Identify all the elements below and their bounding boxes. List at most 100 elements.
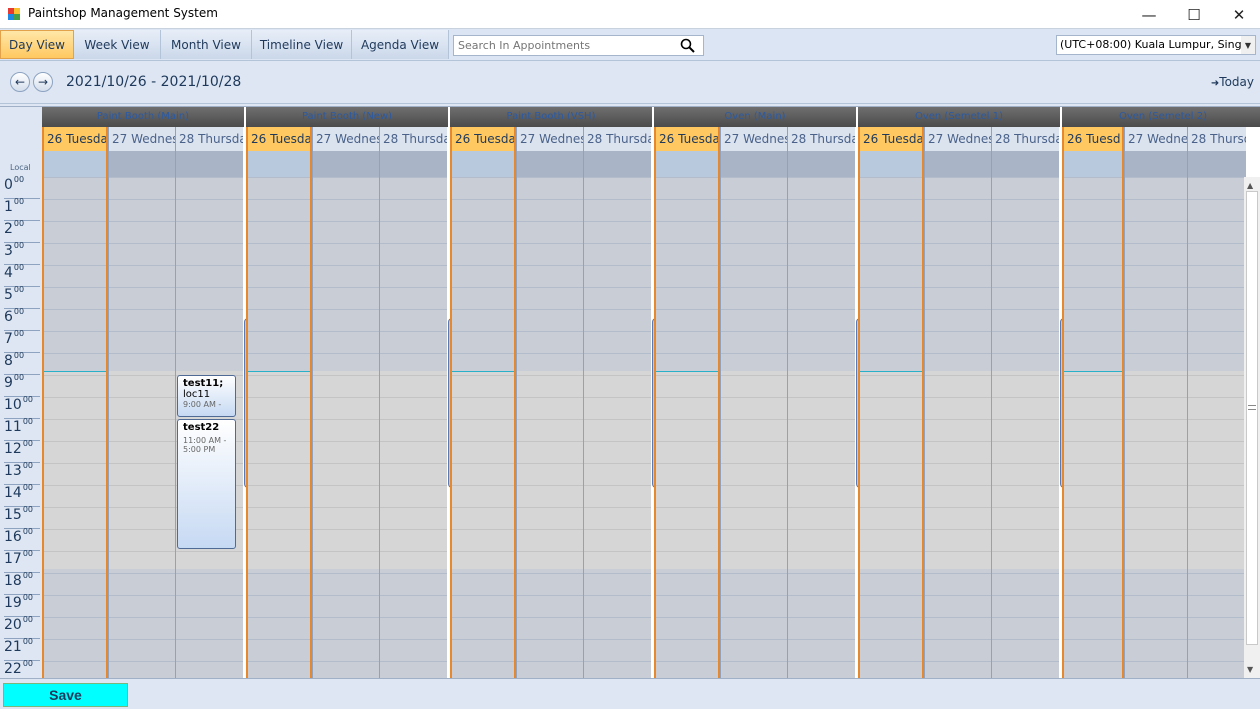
all-day-cell[interactable]	[175, 151, 243, 177]
hour-gridline	[860, 287, 922, 288]
day-header[interactable]: 28 Thursda	[787, 127, 855, 151]
scheduler-grid[interactable]: Local 000 100 200 300 400 500 600 700 800 900 1000…	[0, 106, 1260, 678]
appointment[interactable]: test11; loc11 9:00 AM -	[177, 375, 236, 417]
all-day-cell[interactable]	[720, 151, 787, 177]
hour-number: 15	[4, 507, 22, 523]
hour-gridline	[1188, 573, 1246, 574]
previous-period-button[interactable]: ←	[10, 72, 30, 92]
hour-gridline	[860, 221, 922, 222]
day-header[interactable]: 26 Tuesda	[42, 127, 108, 151]
day-header[interactable]: 28 Thursda	[379, 127, 447, 151]
all-day-cell[interactable]	[1124, 151, 1187, 177]
hour-gridline	[517, 375, 583, 376]
save-button[interactable]: Save	[3, 683, 128, 707]
hour-minutes: 00	[22, 505, 34, 514]
all-day-cell[interactable]	[516, 151, 583, 177]
scroll-up-icon[interactable]: ▲	[1247, 181, 1253, 190]
search-icon[interactable]	[680, 38, 695, 53]
day-header[interactable]: 27 Wednes	[108, 127, 175, 151]
hour-gridline	[517, 573, 583, 574]
day-header[interactable]: 28 Thursda	[583, 127, 651, 151]
tab-agenda-view[interactable]: Agenda View	[352, 30, 449, 59]
all-day-cell[interactable]	[246, 151, 312, 177]
hour-gridline	[584, 353, 651, 354]
hour-gridline	[1063, 397, 1124, 398]
vertical-scrollbar[interactable]: ▲ ▼	[1244, 177, 1260, 678]
tab-timeline-view[interactable]: Timeline View	[252, 30, 352, 59]
hour-gridline	[1064, 177, 1122, 178]
hour-gridline	[721, 529, 787, 530]
hour-gridline	[517, 309, 583, 310]
day-header[interactable]: 26 Tuesda	[450, 127, 516, 151]
all-day-cell[interactable]	[312, 151, 379, 177]
resource-header[interactable]: Paint Booth (VSH)	[450, 107, 654, 127]
resource-header[interactable]: Paint Booth (Main)	[42, 107, 246, 127]
timezone-select[interactable]: (UTC+08:00) Kuala Lumpur, Singa ▼	[1056, 35, 1256, 55]
resource-header[interactable]: Paint Booth (New)	[246, 107, 450, 127]
day-header[interactable]: 26 Tuesd	[1062, 127, 1124, 151]
search-input[interactable]	[458, 36, 678, 55]
day-header[interactable]: 27 Wednes	[516, 127, 583, 151]
tab-day-view[interactable]: Day View	[0, 30, 74, 59]
chevron-down-icon[interactable]: ▼	[1241, 36, 1255, 54]
hour-label: 2100	[4, 637, 40, 661]
all-day-cell[interactable]	[858, 151, 924, 177]
all-day-cell[interactable]	[924, 151, 991, 177]
hour-gridline	[43, 419, 108, 420]
scroll-down-icon[interactable]: ▼	[1247, 665, 1253, 674]
hour-gridline	[247, 375, 312, 376]
all-day-cell[interactable]	[654, 151, 720, 177]
hour-gridline	[859, 507, 924, 508]
hour-gridline	[788, 331, 855, 332]
day-header[interactable]: 26 Tuesda	[246, 127, 312, 151]
day-header[interactable]: 28 Thursd	[1187, 127, 1246, 151]
hour-gridline	[584, 287, 651, 288]
close-button[interactable]: ✕	[1216, 0, 1260, 29]
hour-gridline	[655, 551, 720, 552]
scrollbar-thumb[interactable]	[1246, 191, 1258, 645]
day-header[interactable]: 27 Wednes	[924, 127, 991, 151]
day-header[interactable]: 28 Thursda	[175, 127, 243, 151]
all-day-cell[interactable]	[379, 151, 447, 177]
day-header[interactable]: 27 Wedne	[1124, 127, 1187, 151]
hour-gridline	[1188, 287, 1246, 288]
tab-week-view[interactable]: Week View	[74, 30, 161, 59]
tab-month-view[interactable]: Month View	[161, 30, 252, 59]
hour-gridline	[380, 639, 447, 640]
next-period-button[interactable]: →	[33, 72, 53, 92]
resource-header[interactable]: Oven (Semetel 1)	[858, 107, 1062, 127]
appointment[interactable]: test22 11:00 AM - 5:00 PM	[177, 419, 236, 549]
maximize-button[interactable]: ☐	[1171, 0, 1217, 29]
hour-number: 19	[4, 595, 22, 611]
hour-gridline	[992, 375, 1059, 376]
today-button[interactable]: ➜Today	[1211, 75, 1254, 89]
all-day-cell[interactable]	[1187, 151, 1246, 177]
all-day-cell[interactable]	[1062, 151, 1124, 177]
hour-gridline	[313, 419, 379, 420]
all-day-cell[interactable]	[42, 151, 108, 177]
day-header[interactable]: 26 Tuesda	[858, 127, 924, 151]
minimize-button[interactable]: —	[1126, 0, 1172, 29]
all-day-cell[interactable]	[991, 151, 1059, 177]
all-day-cell[interactable]	[450, 151, 516, 177]
hour-label: 800	[4, 351, 40, 375]
day-header[interactable]: 27 Wednes	[312, 127, 379, 151]
all-day-cell[interactable]	[108, 151, 175, 177]
all-day-cell[interactable]	[787, 151, 855, 177]
hour-minutes: 00	[22, 549, 34, 558]
resource-header[interactable]: Oven (Semetel 2)	[1062, 107, 1260, 127]
hour-gridline	[451, 441, 516, 442]
day-header[interactable]: 28 Thursda	[991, 127, 1059, 151]
all-day-cell[interactable]	[583, 151, 651, 177]
hour-gridline	[248, 199, 310, 200]
day-header[interactable]: 27 Wednes	[720, 127, 787, 151]
hour-gridline	[1188, 199, 1246, 200]
hour-gridline	[656, 243, 718, 244]
hour-gridline	[860, 199, 922, 200]
timezone-value: (UTC+08:00) Kuala Lumpur, Singa	[1060, 38, 1249, 51]
resource-header[interactable]: Oven (Main)	[654, 107, 858, 127]
hour-minutes: 00	[13, 175, 25, 184]
hour-number: 2	[4, 221, 13, 237]
day-header[interactable]: 26 Tuesda	[654, 127, 720, 151]
hour-gridline	[313, 661, 379, 662]
